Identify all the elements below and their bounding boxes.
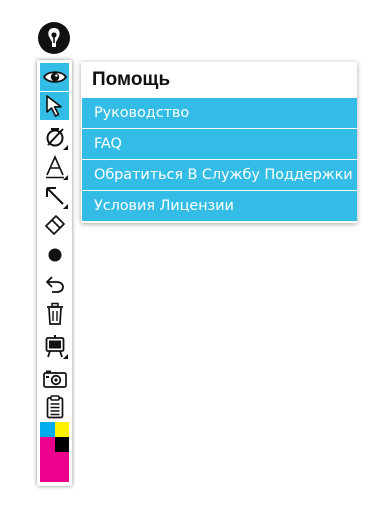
screenshot-button[interactable]: [40, 365, 69, 393]
undo-button[interactable]: [40, 270, 69, 298]
black-swatch[interactable]: [55, 437, 69, 452]
vertical-toolbar: [37, 60, 72, 486]
eraser-icon: [44, 215, 65, 235]
submenu-indicator-icon: [63, 354, 68, 359]
eye-tool-button[interactable]: [40, 63, 69, 91]
camera-icon: [42, 370, 67, 388]
trash-icon: [46, 302, 63, 325]
submenu-indicator-icon: [63, 145, 68, 150]
help-menu: Помощь Руководство FAQ Обратиться В Служ…: [81, 62, 357, 223]
menu-item-contact-support[interactable]: Обратиться В Службу Поддержки: [82, 160, 357, 190]
trash-button[interactable]: [40, 300, 69, 328]
yellow-swatch[interactable]: [55, 422, 69, 437]
pen-logo-icon[interactable]: [37, 21, 71, 55]
clipboard-icon: [46, 395, 63, 419]
arrow-tool-button[interactable]: [40, 182, 69, 210]
submenu-indicator-icon: [63, 204, 68, 209]
eye-icon: [42, 71, 67, 83]
menu-item-license-terms[interactable]: Условия Лицензии: [82, 191, 357, 221]
board-tool-button[interactable]: [40, 332, 69, 360]
help-menu-title: Помощь: [92, 69, 171, 90]
menu-item-faq[interactable]: FAQ: [82, 129, 357, 159]
dot-icon: [48, 248, 61, 262]
shape-tool-button[interactable]: [40, 123, 69, 151]
color-palette: [40, 422, 69, 482]
cyan-swatch[interactable]: [40, 422, 55, 437]
menu-item-manual[interactable]: Руководство: [82, 98, 357, 128]
clipboard-button[interactable]: [40, 393, 69, 421]
undo-icon: [45, 276, 64, 293]
eraser-tool-button[interactable]: [40, 211, 69, 239]
cursor-icon: [45, 95, 62, 117]
brush-size-button[interactable]: [40, 241, 69, 269]
submenu-indicator-icon: [63, 175, 68, 180]
text-tool-button[interactable]: [40, 153, 69, 181]
cursor-tool-button[interactable]: [40, 92, 69, 120]
